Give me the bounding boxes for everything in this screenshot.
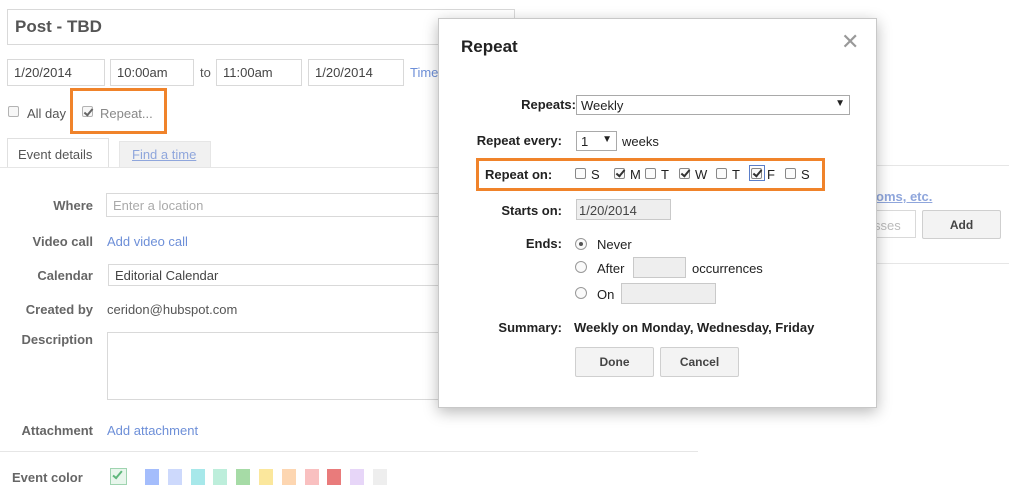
end-date-input[interactable]: 1/20/2014 [308,59,404,86]
start-date-input[interactable]: 1/20/2014 [7,59,105,86]
ends-label: Ends: [525,236,562,251]
event-color-swatch[interactable] [327,469,342,485]
ends-never-label: Never [597,237,632,252]
cancel-button[interactable]: Cancel [660,347,739,377]
repeats-select[interactable]: Weekly ▼ [576,95,850,115]
where-label: Where [53,198,93,213]
repeat-day-checkbox[interactable] [785,168,796,179]
all-day-label: All day [27,106,67,121]
event-color-swatch[interactable] [373,469,387,485]
start-time-input[interactable]: 10:00am [110,59,194,86]
repeat-every-label: Repeat every: [476,133,562,148]
dropdown-arrow-icon: ▼ [835,98,845,109]
dropdown-arrow-icon: ▼ [602,134,612,145]
ends-on-radio[interactable] [575,287,587,299]
dialog-title: Repeat [461,37,518,56]
repeat-day-checkbox[interactable] [614,168,625,179]
section-divider [0,451,698,452]
calendar-select[interactable]: Editorial Calendar [108,264,448,286]
event-color-swatch[interactable] [190,469,205,485]
starts-on-input[interactable]: 1/20/2014 [576,199,671,220]
summary-value: Weekly on Monday, Wednesday, Friday [574,320,815,335]
check-icon [112,468,123,480]
event-color-swatch[interactable] [259,469,273,485]
done-button[interactable]: Done [575,347,654,377]
event-color-swatch[interactable] [350,469,365,485]
repeat-label: Repeat... [100,106,153,121]
tab-event-details[interactable]: Event details [7,138,109,168]
repeat-day-checkbox[interactable] [575,168,586,179]
repeat-day-label: W [695,167,708,182]
repeat-day-checkbox[interactable] [679,168,690,179]
right-panel-divider [877,165,1009,166]
add-guest-button[interactable]: Add [922,210,1001,239]
event-color-selected[interactable] [110,468,127,485]
repeat-day-label: T [661,167,669,182]
add-attachment-link[interactable]: Add attachment [107,423,198,438]
event-color-swatch[interactable] [213,469,228,485]
ends-after-radio[interactable] [575,261,587,273]
created-by-label: Created by [25,302,93,317]
ends-on-label: On [597,287,615,302]
event-color-swatch[interactable] [167,469,182,485]
repeat-every-value: 1 [581,134,589,149]
occurrences-input[interactable] [633,257,686,278]
repeats-value: Weekly [581,98,624,113]
summary-label: Summary: [498,320,562,335]
occurrences-label: occurrences [692,261,763,276]
repeat-day-label: S [801,167,810,182]
tab-event-details-label: Event details [18,147,93,162]
event-color-swatch[interactable] [281,469,296,485]
right-panel-divider-2 [877,263,1009,264]
all-day-checkbox[interactable] [8,106,19,117]
starts-on-label: Starts on: [501,203,562,218]
ends-on-date-input[interactable] [621,283,716,304]
event-color-swatch[interactable] [304,469,319,485]
repeat-every-select[interactable]: 1 ▼ [576,131,617,151]
event-color-label: Event color [12,470,83,485]
calendar-label: Calendar [37,268,93,283]
created-by-value: ceridon@hubspot.com [107,302,238,317]
ends-after-label: After [597,261,625,276]
event-color-swatch[interactable] [145,469,159,485]
close-icon[interactable]: ✕ [841,29,859,55]
to-label: to [200,65,211,80]
repeat-every-unit: weeks [622,134,659,149]
description-label: Description [21,332,93,347]
tab-find-a-time-label: Find a time [132,147,197,162]
where-input[interactable]: Enter a location [106,193,451,217]
ends-never-radio[interactable] [575,238,587,250]
repeat-checkbox[interactable] [82,106,93,117]
repeat-day-label: T [732,167,740,182]
repeat-on-label: Repeat on: [485,167,553,182]
repeat-day-label: F [767,167,775,182]
rooms-link[interactable]: oms, etc. [876,189,932,204]
video-call-label: Video call [32,234,93,249]
event-color-swatch[interactable] [236,469,251,485]
repeat-dialog: Repeat ✕ Repeats: Weekly ▼ Repeat every:… [438,18,877,408]
repeats-label: Repeats: [521,97,576,112]
tab-find-a-time[interactable]: Find a time [119,141,211,168]
repeat-day-label: S [591,167,600,182]
description-textarea[interactable] [107,332,442,400]
event-title-text: Post - TBD [15,17,102,36]
repeat-day-label: M [630,167,641,182]
attachment-label: Attachment [21,423,93,438]
repeat-day-checkbox[interactable] [645,168,656,179]
add-video-call-link[interactable]: Add video call [107,234,188,249]
friday-focus-ring [749,165,765,181]
repeat-day-checkbox[interactable] [716,168,727,179]
timezone-link[interactable]: Time [410,65,438,80]
end-time-input[interactable]: 11:00am [216,59,302,86]
